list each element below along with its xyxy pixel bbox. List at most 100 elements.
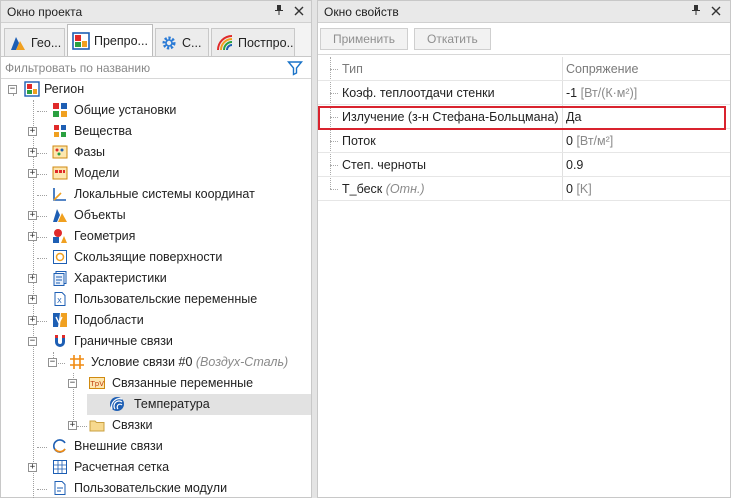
tree-item-linked-variables[interactable]: − TpV Связанные переменные — [1, 373, 311, 394]
tree-item-label: Регион — [44, 82, 85, 96]
expand-icon[interactable]: + — [28, 127, 37, 136]
properties-toolbar: Применить Откатить — [318, 23, 730, 55]
property-name: Степ. черноты — [342, 158, 426, 172]
tree-item-label: Граничные связи — [74, 334, 173, 348]
expand-icon[interactable]: + — [28, 295, 37, 304]
property-unit: [K] — [576, 182, 592, 196]
pin-icon[interactable] — [271, 4, 287, 20]
tree-item-links[interactable]: + Связки — [1, 415, 311, 436]
magnet-icon — [55, 335, 65, 347]
tab-label: С... — [182, 35, 202, 50]
linked-variables-icon: TpV — [89, 377, 105, 389]
postprocessor-tab-icon — [217, 34, 233, 50]
bc-condition-icon — [70, 355, 84, 369]
collapse-icon[interactable]: − — [28, 337, 37, 346]
pin-icon[interactable] — [688, 4, 704, 20]
properties-window: Окно свойств Применить Откатить Тип Сопр… — [317, 0, 731, 498]
close-icon[interactable] — [291, 4, 307, 20]
collapse-icon[interactable]: − — [48, 358, 57, 367]
expand-icon[interactable]: + — [28, 148, 37, 157]
subdomains-icon — [53, 313, 67, 327]
tree-item-external-links[interactable]: Внешние связи — [1, 436, 311, 457]
apply-button[interactable]: Применить — [320, 27, 409, 50]
property-row-emissivity[interactable]: Степ. черноты 0.9 — [318, 153, 730, 177]
property-row-flux[interactable]: Поток 0 [Вт/м²] — [318, 129, 730, 153]
property-name-sub: (Отн.) — [385, 182, 425, 196]
property-unit: [Вт/(К·м²)] — [580, 86, 638, 100]
property-row-heat-transfer[interactable]: Коэф. теплоотдачи стенки -1 [Вт/(К·м²)] — [318, 81, 730, 105]
tree-item-substances[interactable]: + Вещества — [1, 121, 311, 142]
tree-item-user-modules[interactable]: Пользовательские модули — [1, 478, 311, 498]
phases-icon — [52, 145, 68, 159]
tree-item-label: Связанные переменные — [112, 376, 254, 390]
filter-bar — [1, 57, 311, 79]
expand-icon[interactable]: + — [28, 211, 37, 220]
tree-item-models[interactable]: + Модели — [1, 163, 311, 184]
tree-item-region[interactable]: − Регион — [1, 79, 311, 100]
close-icon[interactable] — [708, 4, 724, 20]
tree-item-general-settings[interactable]: Общие установки — [1, 100, 311, 121]
preprocessor-tab-icon — [72, 31, 90, 50]
expand-icon[interactable]: + — [28, 232, 37, 241]
geometry-tab-icon — [11, 36, 25, 50]
tree-item-label: Связки — [112, 418, 153, 432]
tree-item-label: Локальные системы координат — [74, 187, 255, 201]
property-name: Коэф. теплоотдачи стенки — [342, 86, 495, 100]
tree-item-user-variables[interactable]: + X Пользовательские переменные — [1, 289, 311, 310]
tree-item-label: Модели — [74, 166, 120, 180]
rollback-button[interactable]: Откатить — [414, 27, 491, 50]
collapse-icon[interactable]: − — [8, 85, 17, 94]
project-tabs: Гео... Препро... С... Постпро... — [1, 23, 311, 57]
expand-icon[interactable]: + — [68, 421, 77, 430]
tree-item-label: Пользовательские модули — [74, 481, 228, 495]
tab-postprocessor[interactable]: Постпро... — [211, 28, 295, 56]
property-row-t-inf[interactable]: T_беск (Отн.) 0 [K] — [318, 177, 730, 201]
folder-icon — [89, 420, 105, 432]
tab-geometry[interactable]: Гео... — [4, 28, 65, 56]
tree-item-label: Скользящие поверхности — [74, 250, 223, 264]
geometry-icon — [53, 229, 67, 243]
tree-item-label: Подобласти — [74, 313, 144, 327]
tree-item-bc-condition-0[interactable]: − Условие связи #0 (Воздух-Сталь) — [1, 352, 311, 373]
tree-item-mesh[interactable]: + Расчетная сетка — [1, 457, 311, 478]
temperature-icon — [110, 397, 124, 411]
project-window-header: Окно проекта — [1, 1, 311, 23]
tree-item-characteristics[interactable]: + Характеристики — [1, 268, 311, 289]
project-window: Окно проекта Гео... Препро... С... Постп… — [0, 0, 312, 498]
tree-item-local-coordinate-systems[interactable]: Локальные системы координат — [1, 184, 311, 205]
filter-input[interactable] — [5, 60, 285, 75]
objects-icon — [53, 209, 67, 222]
filter-icon[interactable] — [287, 60, 303, 76]
tree-item-boundary-conditions[interactable]: − Граничные связи — [1, 331, 311, 352]
tree-item-phases[interactable]: + Фазы — [1, 142, 311, 163]
expand-icon[interactable]: + — [28, 274, 37, 283]
property-row-type[interactable]: Тип Сопряжение — [318, 57, 730, 81]
tree-item-geometry[interactable]: + Геометрия — [1, 226, 311, 247]
tree-item-temperature[interactable]: Температура — [87, 394, 311, 415]
tab-label: Препро... — [94, 33, 148, 48]
tab-label: Гео... — [31, 35, 62, 50]
expand-icon[interactable]: + — [28, 169, 37, 178]
property-value: 0 — [566, 182, 573, 196]
collapse-icon[interactable]: − — [68, 379, 77, 388]
expand-icon[interactable]: + — [28, 316, 37, 325]
characteristics-icon — [53, 271, 67, 286]
tab-preprocessor[interactable]: Препро... — [67, 24, 153, 56]
substances-icon — [54, 125, 66, 137]
property-unit: [Вт/м²] — [576, 134, 614, 148]
tree-item-label: Внешние связи — [74, 439, 163, 453]
tree-item-sliding-surfaces[interactable]: Скользящие поверхности — [1, 247, 311, 268]
tree-item-label: Температура — [134, 397, 210, 411]
tree-item-label: Объекты — [74, 208, 126, 222]
properties-window-header: Окно свойств — [318, 1, 730, 23]
expand-icon[interactable]: + — [28, 463, 37, 472]
property-name: T_беск — [342, 182, 383, 196]
tree-item-label: Пользовательские переменные — [74, 292, 258, 306]
svg-text:TpV: TpV — [90, 380, 105, 388]
tab-solver[interactable]: С... — [155, 28, 209, 56]
project-tree: − Регион Общие установки + Вещества + Фа… — [1, 79, 311, 498]
tree-item-label: Геометрия — [74, 229, 136, 243]
tree-item-subdomains[interactable]: + Подобласти — [1, 310, 311, 331]
properties-window-title: Окно свойств — [324, 4, 399, 19]
tree-item-objects[interactable]: + Объекты — [1, 205, 311, 226]
